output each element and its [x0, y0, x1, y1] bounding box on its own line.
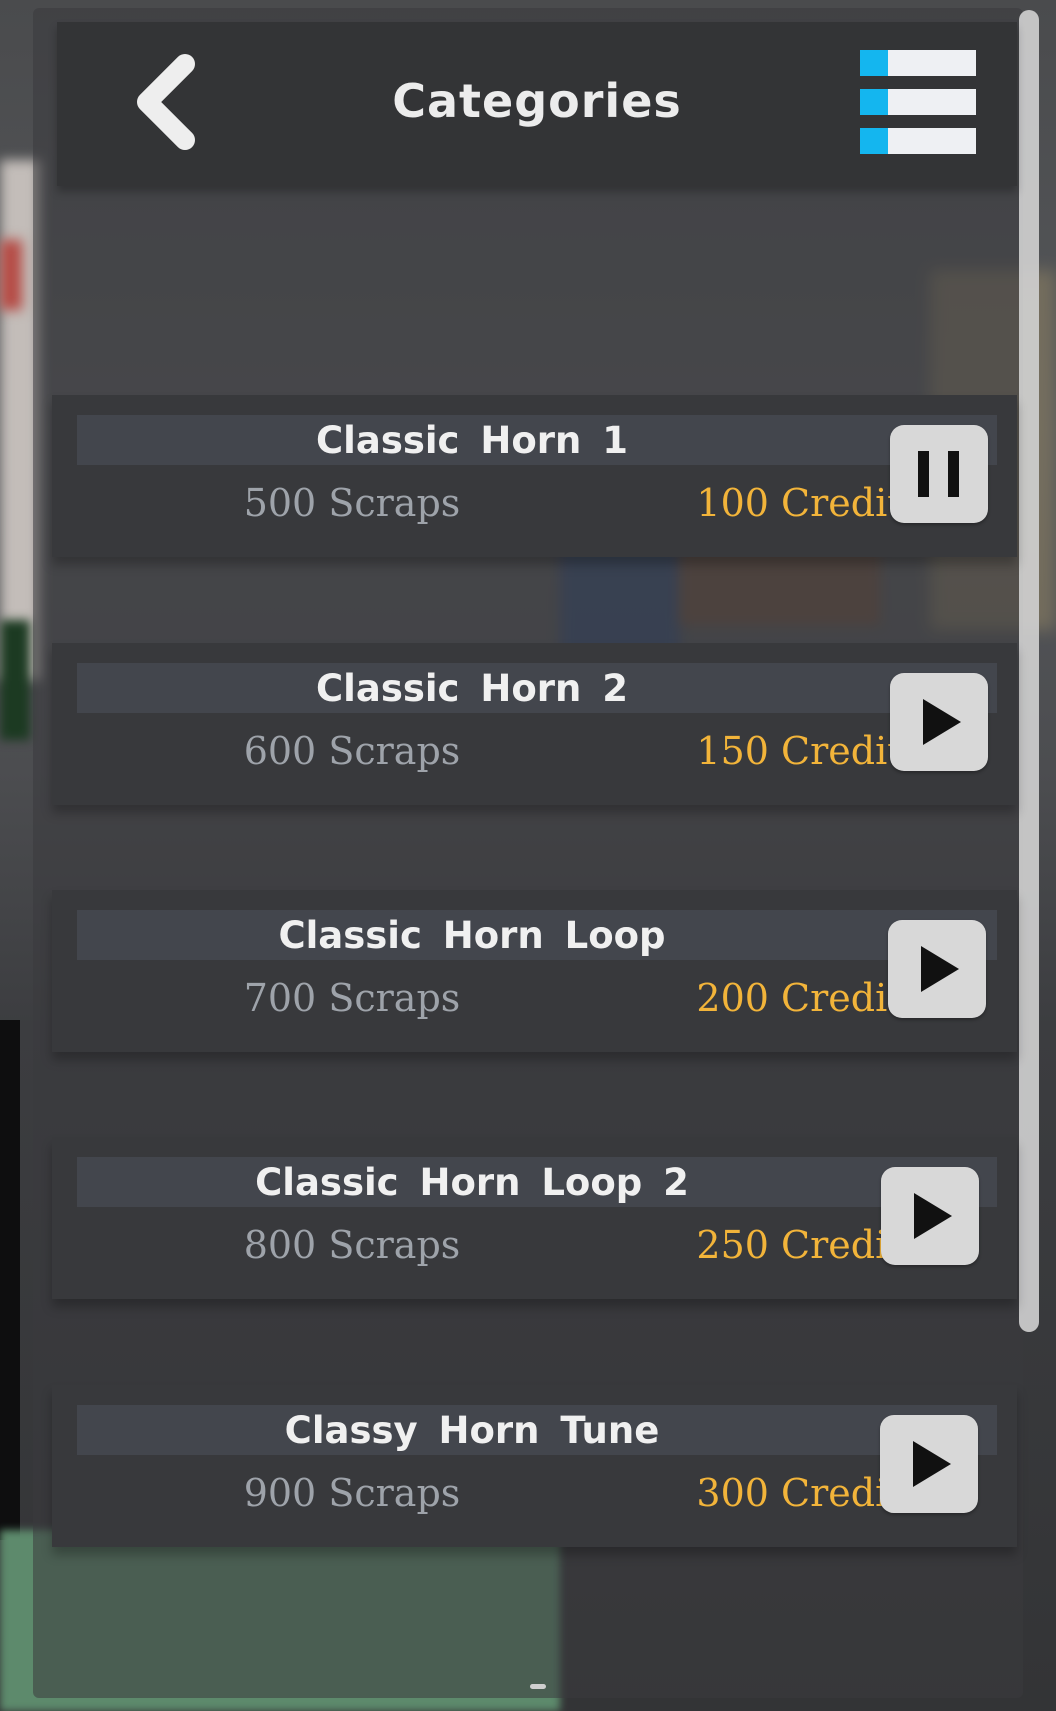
- play-button[interactable]: [881, 1167, 979, 1265]
- item-name: Classic Horn 2: [316, 667, 628, 710]
- list-item[interactable]: Classic Horn Loop 2 800 Scraps 250 Credits: [52, 1137, 1017, 1299]
- play-button[interactable]: [880, 1415, 978, 1513]
- list-item[interactable]: Classic Horn 1 500 Scraps 100 Credits: [52, 395, 1017, 557]
- item-credits-price: 150 Credits: [696, 729, 922, 773]
- item-credits-price: 100 Credits: [696, 481, 922, 525]
- list-item[interactable]: Classic Horn Loop 700 Scraps 200 Credits: [52, 890, 1017, 1052]
- list-item[interactable]: Classy Horn Tune 900 Scraps 300 Credits: [52, 1385, 1017, 1547]
- play-icon: [923, 699, 961, 745]
- menu-button[interactable]: [860, 50, 976, 154]
- play-button[interactable]: [890, 673, 988, 771]
- item-scraps-price: 900 Scraps: [243, 1471, 461, 1515]
- item-credits-price: 200 Credits: [696, 976, 922, 1020]
- item-scraps-price: 600 Scraps: [243, 729, 461, 773]
- play-icon: [913, 1441, 951, 1487]
- panel-header: Categories: [57, 22, 1017, 186]
- item-scraps-price: 800 Scraps: [243, 1223, 461, 1267]
- item-name: Classic Horn Loop 2: [255, 1161, 689, 1204]
- play-icon: [921, 946, 959, 992]
- pause-button[interactable]: [890, 425, 988, 523]
- list-item[interactable]: Classic Horn 2 600 Scraps 150 Credits: [52, 643, 1017, 805]
- item-name: Classic Horn Loop: [278, 914, 666, 957]
- item-credits-price: 250 Credits: [696, 1223, 922, 1267]
- scrollbar-thumb[interactable]: [1019, 10, 1039, 1332]
- item-scraps-price: 700 Scraps: [243, 976, 461, 1020]
- item-name: Classy Horn Tune: [284, 1409, 660, 1452]
- item-scraps-price: 500 Scraps: [243, 481, 461, 525]
- play-button[interactable]: [888, 920, 986, 1018]
- pause-icon: [918, 451, 959, 497]
- play-icon: [914, 1193, 952, 1239]
- scroll-indicator: [530, 1684, 546, 1689]
- item-name: Classic Horn 1: [316, 419, 628, 462]
